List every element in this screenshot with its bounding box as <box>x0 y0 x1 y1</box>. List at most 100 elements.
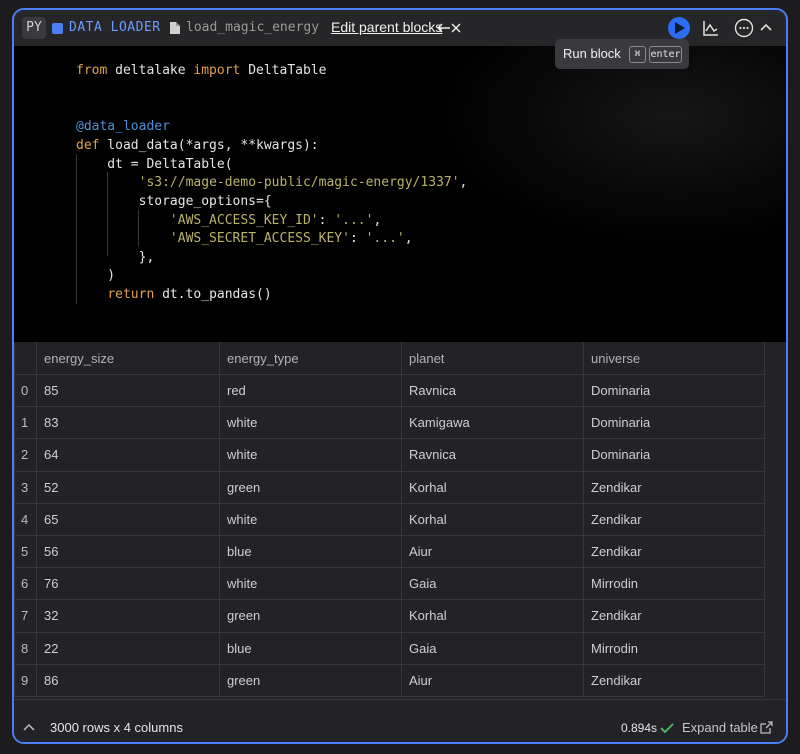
command-key: ⌘ <box>629 46 646 63</box>
table-cell: Aiur <box>409 672 433 688</box>
grid-line <box>14 696 764 697</box>
table-cell: 86 <box>44 672 59 688</box>
footer-divider <box>14 699 786 700</box>
tooltip-label: Run block <box>563 46 621 61</box>
edit-parent-blocks-link[interactable]: Edit parent blocks <box>331 19 442 35</box>
rows-columns-count: 3000 rows x 4 columns <box>50 720 183 735</box>
table-cell: Mirrodin <box>591 576 638 592</box>
table-cell: white <box>227 511 258 527</box>
code-line: 's3://mage-demo-public/magic-energy/1337… <box>138 175 468 190</box>
chart-icon[interactable] <box>702 19 720 37</box>
output-table: energy_size energy_type planet universe 0 85 r… <box>14 342 786 697</box>
table-cell: white <box>227 576 258 592</box>
expand-table-button[interactable]: Expand table <box>682 720 758 735</box>
table-cell: white <box>227 447 258 463</box>
table-cell: Dominaria <box>591 447 651 463</box>
code-line: storage_options={ <box>76 194 272 209</box>
row-index: 0 <box>21 383 29 398</box>
row-index: 4 <box>21 511 29 527</box>
grid-line <box>14 599 764 601</box>
table-cell: Korhal <box>409 608 447 624</box>
external-link-icon[interactable] <box>760 721 773 734</box>
table-cell: 52 <box>44 479 59 495</box>
block-type-color-icon <box>52 23 63 34</box>
table-cell: Zendikar <box>591 544 642 559</box>
row-index: 6 <box>21 576 29 592</box>
code-editor[interactable]: from deltalake import DeltaTable @data_l… <box>14 46 786 342</box>
table-cell: blue <box>227 640 252 656</box>
table-cell: Kamigawa <box>409 415 470 431</box>
column-header[interactable]: energy_type <box>227 351 299 366</box>
table-cell: 22 <box>44 640 59 656</box>
table-cell: red <box>227 383 246 398</box>
code-line: }, <box>76 250 155 265</box>
grid-line <box>14 567 764 569</box>
row-index: 1 <box>21 415 29 431</box>
grid-line <box>219 342 220 696</box>
grid-line <box>14 374 764 375</box>
row-index: 2 <box>21 447 29 463</box>
grid-line <box>14 663 764 665</box>
table-cell: 56 <box>44 544 59 559</box>
table-cell: Ravnica <box>409 447 456 463</box>
grid-line <box>14 438 764 440</box>
code-line: def load_data(*args, **kwargs): <box>76 138 319 153</box>
enter-key: enter <box>649 46 682 63</box>
table-cell: Gaia <box>409 576 437 592</box>
grid-line <box>14 342 15 696</box>
table-cell: Korhal <box>409 479 447 495</box>
chevron-up-icon[interactable] <box>759 20 773 34</box>
block-type-label: DATA LOADER <box>69 20 161 35</box>
table-cell: Zendikar <box>591 511 642 527</box>
row-index: 8 <box>21 640 29 656</box>
code-line: return dt.to_pandas() <box>107 287 272 302</box>
code-line: 'AWS_SECRET_ACCESS_KEY': '...', <box>169 231 413 246</box>
table-cell: green <box>227 608 261 624</box>
grid-line <box>14 535 764 536</box>
code-line: dt = DeltaTable( <box>76 157 233 172</box>
block-name[interactable]: load_magic_energy <box>186 20 319 35</box>
more-options-icon[interactable] <box>734 18 754 38</box>
column-header[interactable]: universe <box>591 351 640 366</box>
table-cell: Zendikar <box>591 479 642 495</box>
table-cell: 76 <box>44 576 59 592</box>
bidirectional-arrow-icon[interactable] <box>437 22 461 34</box>
table-cell: 32 <box>44 608 59 624</box>
run-block-button[interactable] <box>668 17 690 39</box>
table-cell: Gaia <box>409 640 437 656</box>
grid-line <box>401 342 402 696</box>
table-cell: green <box>227 479 261 495</box>
row-index: 9 <box>21 672 29 688</box>
code-line: @data_loader <box>76 119 170 134</box>
row-index: 5 <box>21 544 29 559</box>
chevron-up-icon[interactable] <box>23 722 35 734</box>
table-cell: 85 <box>44 383 59 398</box>
code-line: from deltalake import DeltaTable <box>76 63 327 78</box>
table-cell: Korhal <box>409 511 447 527</box>
table-cell: 65 <box>44 511 59 527</box>
table-cell: Ravnica <box>409 383 456 398</box>
code-block: PY DATA LOADER load_magic_energy Edit pa… <box>12 8 788 744</box>
table-cell: Zendikar <box>591 608 642 624</box>
table-cell: green <box>227 672 261 688</box>
grid-line <box>14 470 764 472</box>
column-header[interactable]: energy_size <box>44 351 114 366</box>
table-cell: Dominaria <box>591 415 651 431</box>
table-cell: Zendikar <box>591 672 642 688</box>
output-footer: 3000 rows x 4 columns 0.894s Expand tabl… <box>14 710 786 742</box>
table-cell: 83 <box>44 415 59 431</box>
code-line: 'AWS_ACCESS_KEY_ID': '...', <box>169 213 382 228</box>
check-icon <box>660 723 674 734</box>
table-cell: Mirrodin <box>591 640 638 656</box>
grid-line <box>764 342 765 696</box>
grid-line <box>14 631 764 633</box>
table-cell: Dominaria <box>591 383 651 398</box>
table-cell: Aiur <box>409 544 433 559</box>
grid-line <box>14 406 764 408</box>
language-badge: PY <box>22 17 46 39</box>
grid-line <box>36 342 37 696</box>
row-index: 3 <box>21 479 29 495</box>
table-cell: white <box>227 415 258 431</box>
column-header[interactable]: planet <box>409 351 444 366</box>
play-icon <box>675 22 685 34</box>
